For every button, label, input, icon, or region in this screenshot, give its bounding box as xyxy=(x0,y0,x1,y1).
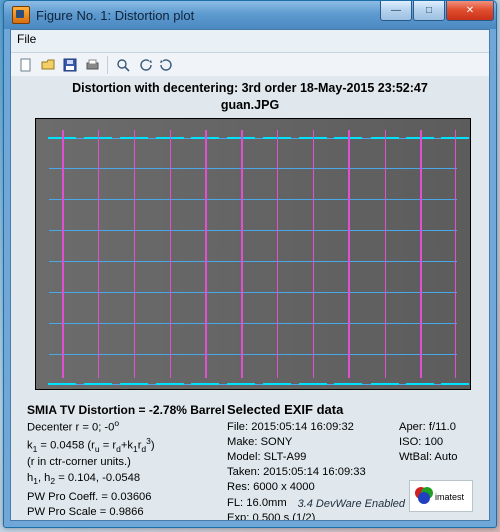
rotate-left-icon[interactable] xyxy=(135,55,155,75)
horizontal-grid-line xyxy=(49,323,457,325)
exif-res: Res: 6000 x 4000 xyxy=(227,480,397,495)
grid-background xyxy=(36,119,470,389)
h-values: h1, h2 = 0.104, -0.0548 xyxy=(27,471,207,488)
highlight-tick xyxy=(334,383,362,385)
horizontal-grid-line xyxy=(49,292,457,294)
exif-exp: Exp: 0.500 s (1/2) xyxy=(227,511,397,520)
horizontal-grid-line xyxy=(49,261,457,263)
open-icon[interactable] xyxy=(38,55,58,75)
exif-model: Model: SLT-A99 xyxy=(227,450,397,465)
vertical-grid-line xyxy=(455,130,457,378)
aperture: Aper: f/11.0 xyxy=(399,420,489,435)
menubar: File xyxy=(11,30,489,52)
iso: ISO: 100 xyxy=(399,435,489,450)
vertical-grid-line xyxy=(385,130,387,378)
toolbar xyxy=(11,52,489,78)
decenter: Decenter r = 0; -0o xyxy=(27,418,207,436)
horizontal-grid-line xyxy=(49,354,457,356)
maximize-button[interactable]: □ xyxy=(413,1,445,21)
exif-header: Selected EXIF data xyxy=(227,402,397,417)
figure-content: Distortion with decentering: 3rd order 1… xyxy=(11,76,489,520)
k1: k1 = 0.0458 (ru = rd+k1rd3) xyxy=(27,436,207,455)
units: (r in ctr-corner units.) xyxy=(27,455,207,470)
highlight-tick xyxy=(84,383,112,385)
exif-taken: Taken: 2015:05:14 16:09:33 xyxy=(227,465,397,480)
right-column: Aper: f/11.0 ISO: 100 WtBal: Auto xyxy=(399,402,489,465)
vertical-grid-line xyxy=(62,130,64,378)
close-button[interactable]: ✕ xyxy=(446,1,494,21)
pw-scale: PW Pro Scale = 0.9866 xyxy=(27,505,207,520)
highlight-tick xyxy=(120,383,148,385)
exif-file: File: 2015:05:14 16:09:32 xyxy=(227,420,397,435)
figure-title-line1: Distortion with decentering: 3rd order 1… xyxy=(11,80,489,97)
vertical-grid-line xyxy=(241,130,243,378)
titlebar[interactable]: Figure No. 1: Distortion plot — □ ✕ xyxy=(4,1,496,29)
vertical-grid-line xyxy=(98,130,100,378)
minimize-button[interactable]: — xyxy=(380,1,412,21)
rotate-right-icon[interactable] xyxy=(157,55,177,75)
toolbar-separator xyxy=(107,56,108,74)
window-title: Figure No. 1: Distortion plot xyxy=(36,8,194,23)
figure-window: Figure No. 1: Distortion plot — □ ✕ File xyxy=(3,0,497,528)
figure-title: Distortion with decentering: 3rd order 1… xyxy=(11,80,489,114)
vertical-grid-line xyxy=(420,130,422,378)
highlight-tick xyxy=(156,383,184,385)
imatest-logo: imatest xyxy=(409,480,473,512)
white-balance: WtBal: Auto xyxy=(399,450,489,465)
print-icon[interactable] xyxy=(82,55,102,75)
svg-text:imatest: imatest xyxy=(435,492,465,502)
window-client: File xyxy=(10,29,490,521)
highlight-tick xyxy=(263,383,291,385)
results-column: SMIA TV Distortion = -2.78% Barrel Decen… xyxy=(27,402,207,520)
vertical-grid-line xyxy=(134,130,136,378)
window-controls: — □ ✕ xyxy=(379,1,494,21)
app-icon xyxy=(12,6,30,24)
highlight-tick xyxy=(441,383,469,385)
highlight-tick xyxy=(299,383,327,385)
highlight-tick xyxy=(48,383,76,385)
menu-file[interactable]: File xyxy=(17,32,36,46)
info-panel: SMIA TV Distortion = -2.78% Barrel Decen… xyxy=(27,402,475,514)
horizontal-grid-line xyxy=(49,230,457,232)
save-icon[interactable] xyxy=(60,55,80,75)
highlight-tick xyxy=(406,383,434,385)
smia-distortion: SMIA TV Distortion = -2.78% Barrel xyxy=(27,402,207,418)
pw-coeff: PW Pro Coeff. = 0.03606 xyxy=(27,490,207,505)
devware-label: 3.4 DevWare Enabled xyxy=(298,498,405,510)
highlight-tick xyxy=(227,383,255,385)
horizontal-grid-line xyxy=(49,168,457,170)
figure-title-line2: guan.JPG xyxy=(11,97,489,114)
zoom-icon[interactable] xyxy=(113,55,133,75)
exif-make: Make: SONY xyxy=(227,435,397,450)
horizontal-grid-line xyxy=(49,199,457,201)
vertical-grid-line xyxy=(170,130,172,378)
highlight-tick xyxy=(371,383,399,385)
highlight-tick xyxy=(191,383,219,385)
vertical-grid-line xyxy=(205,130,207,378)
vertical-grid-line xyxy=(348,130,350,378)
vertical-grid-line xyxy=(313,130,315,378)
vertical-grid-line xyxy=(277,130,279,378)
new-icon[interactable] xyxy=(16,55,36,75)
distortion-chart xyxy=(35,118,471,390)
